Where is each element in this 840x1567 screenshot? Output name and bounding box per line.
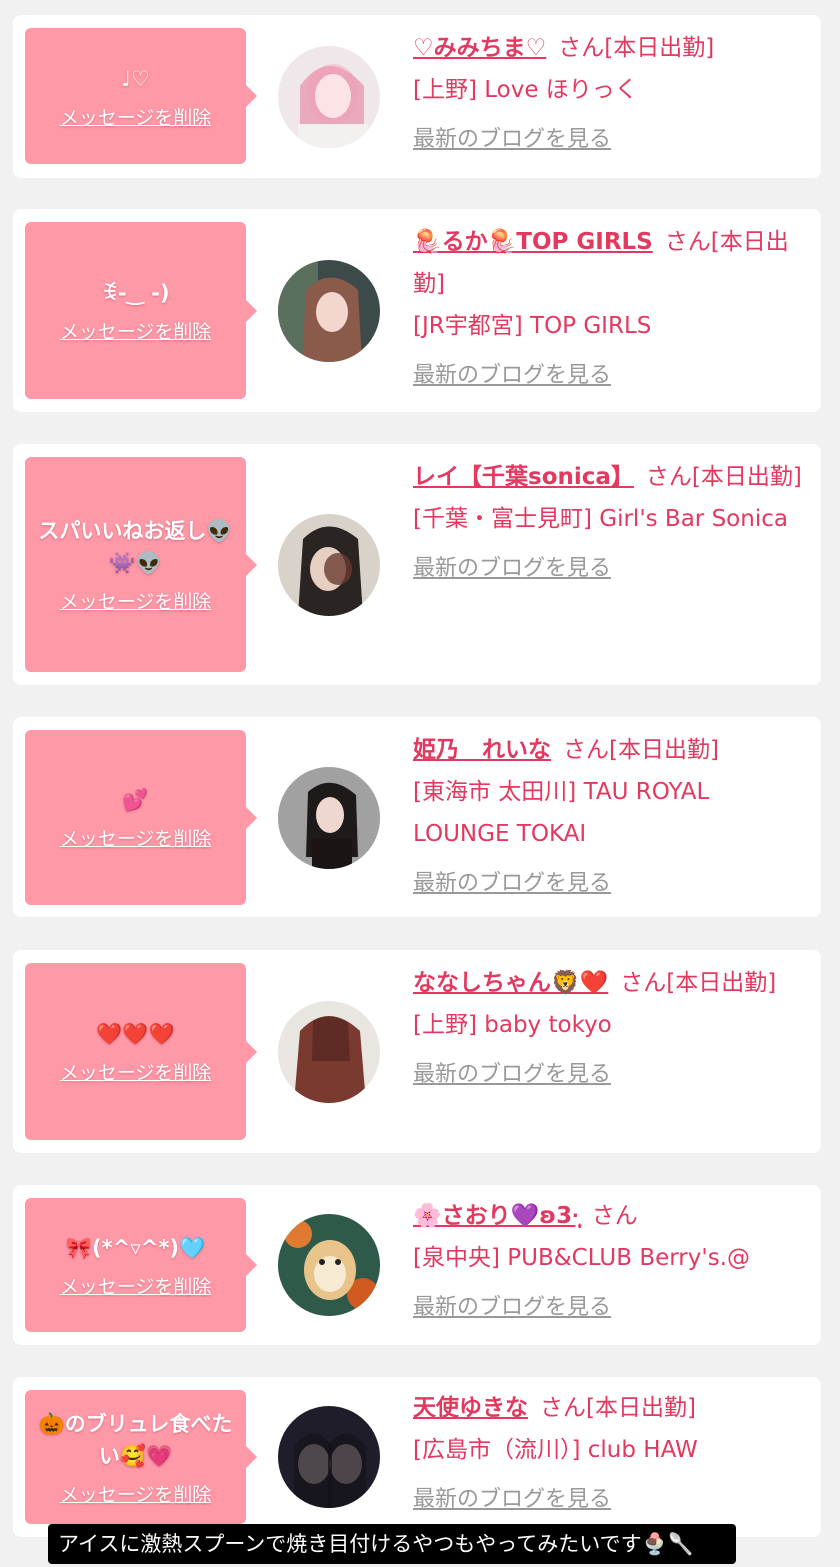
video-subtitle: アイスに激熱スプーンで焼き目付けるやつもやってみたいです🍨🥄 [48, 1524, 736, 1564]
shop-info: [上野] Love ほりっく [413, 77, 638, 103]
message-bubble: 🎃のブリュレ食べたい🥰💗 メッセージを削除 [25, 1390, 257, 1524]
delete-message-link[interactable]: メッセージを削除 [60, 1272, 212, 1299]
delete-message-link[interactable]: メッセージを削除 [60, 103, 212, 130]
girl-name-link[interactable]: ♡みみちま♡ [413, 35, 546, 61]
message-text: スパいいねお返し👽👾👽 [38, 519, 233, 575]
latest-blog-link[interactable]: 最新のブログを見る [413, 863, 611, 905]
avatar[interactable] [278, 46, 380, 148]
delete-message-link[interactable]: メッセージを削除 [60, 587, 212, 614]
message-bubble: スパいいねお返し👽👾👽 メッセージを削除 [25, 457, 257, 672]
girl-name-link[interactable]: 🌸さおり💜ʚ3·̩͙ [413, 1203, 580, 1229]
message-text: ❤️❤️❤️ [96, 1022, 175, 1046]
girl-info: 姫乃 れいな さん[本日出勤] [東海市 太田川] TAU ROYAL LOUNG… [413, 729, 805, 905]
delete-message-link[interactable]: メッセージを削除 [60, 1480, 212, 1507]
latest-blog-link[interactable]: 最新のブログを見る [413, 119, 611, 161]
girl-info: ななしちゃん🦁❤️ さん[本日出勤] [上野] baby tokyo 最新のブログ… [413, 962, 805, 1096]
message-text: ꉂ-‿ -) [101, 281, 170, 305]
message-bubble: ❤️❤️❤️ メッセージを削除 [25, 963, 257, 1140]
girl-name-link[interactable]: 天使ゆきな [413, 1395, 528, 1421]
message-card: 💕 メッセージを削除 姫乃 れいな さん[本日出勤] [東海市 太田川] TAU … [13, 717, 821, 917]
latest-blog-link[interactable]: 最新のブログを見る [413, 548, 611, 590]
shop-info: [広島市（流川）] club HAW [413, 1437, 698, 1463]
avatar[interactable] [278, 1406, 380, 1508]
delete-message-link[interactable]: メッセージを削除 [60, 1058, 212, 1085]
message-card: ❤️❤️❤️ メッセージを削除 ななしちゃん🦁❤️ さん[本日出勤] [上野] b… [13, 950, 821, 1153]
message-card: 🎃のブリュレ食べたい🥰💗 メッセージを削除 天使ゆきな さん[本日出勤] [広島市… [13, 1377, 821, 1537]
avatar[interactable] [278, 767, 380, 869]
shop-info: [千葉・富士見町] Girl's Bar Sonica [413, 506, 788, 532]
delete-message-link[interactable]: メッセージを削除 [60, 317, 212, 344]
message-bubble: 💕 メッセージを削除 [25, 730, 257, 905]
message-bubble: ꉂ-‿ -) メッセージを削除 [25, 222, 257, 399]
avatar[interactable] [278, 1214, 380, 1316]
shop-info: [東海市 太田川] TAU ROYAL LOUNGE TOKAI [413, 779, 710, 847]
girl-name-link[interactable]: ななしちゃん🦁❤️ [413, 970, 608, 996]
latest-blog-link[interactable]: 最新のブログを見る [413, 1287, 611, 1329]
shop-info: [泉中央] PUB&CLUB Berry's.@ [413, 1245, 750, 1271]
latest-blog-link[interactable]: 最新のブログを見る [413, 1054, 611, 1096]
girl-info: 🌸さおり💜ʚ3·̩͙ さん [泉中央] PUB&CLUB Berry's.@ 最新… [413, 1195, 805, 1329]
girl-info: 🪼るか🪼TOP GIRLS さん[本日出勤] [JR宇都宮] TOP GIRLS … [413, 221, 805, 397]
avatar[interactable] [278, 1001, 380, 1103]
attendance-status: さん[本日出勤] [558, 35, 715, 61]
message-text: 🎃のブリュレ食べたい🥰💗 [38, 1411, 233, 1468]
attendance-status: さん[本日出勤] [540, 1395, 696, 1421]
message-text: 💕 [122, 788, 149, 812]
attendance-status: さん[本日出勤] [563, 737, 719, 763]
girl-name-link[interactable]: 🪼るか🪼TOP GIRLS [413, 229, 653, 255]
girl-info: ♡みみちま♡ さん[本日出勤] [上野] Love ほりっく 最新のブログを見る [413, 27, 805, 161]
girl-name-link[interactable]: レイ【千葉sonica】 [413, 464, 634, 490]
latest-blog-link[interactable]: 最新のブログを見る [413, 355, 611, 397]
message-card: スパいいねお返し👽👾👽 メッセージを削除 レイ【千葉sonica】 さん[本日出勤… [13, 444, 821, 685]
message-bubble: ♩♡ メッセージを削除 [25, 28, 257, 164]
girl-name-link[interactable]: 姫乃 れいな [413, 737, 551, 763]
latest-blog-link[interactable]: 最新のブログを見る [413, 1479, 611, 1521]
message-card: 🎀(*^▿^*)🩵 メッセージを削除 🌸さおり💜ʚ3·̩͙ さん [泉中央] PU… [13, 1185, 821, 1345]
girl-info: 天使ゆきな さん[本日出勤] [広島市（流川）] club HAW 最新のブログを… [413, 1387, 805, 1521]
shop-info: [上野] baby tokyo [413, 1012, 612, 1038]
attendance-status: さん[本日出勤] [620, 970, 777, 996]
message-bubble: 🎀(*^▿^*)🩵 メッセージを削除 [25, 1198, 257, 1332]
attendance-status: さん[本日出勤] [645, 464, 802, 490]
girl-info: レイ【千葉sonica】 さん[本日出勤] [千葉・富士見町] Girl's Ba… [413, 456, 805, 590]
message-card: ꉂ-‿ -) メッセージを削除 🪼るか🪼TOP GIRLS さん[本日出勤] [J… [13, 209, 821, 412]
message-text: ♩♡ [121, 66, 150, 91]
avatar[interactable] [278, 260, 380, 362]
message-text: 🎀(*^▿^*)🩵 [65, 1235, 206, 1260]
shop-info: [JR宇都宮] TOP GIRLS [413, 313, 652, 339]
avatar[interactable] [278, 514, 380, 616]
message-card: ♩♡ メッセージを削除 ♡みみちま♡ さん[本日出勤] [上野] Love ほりっ… [13, 15, 821, 178]
delete-message-link[interactable]: メッセージを削除 [60, 824, 212, 851]
attendance-status: さん [591, 1203, 638, 1229]
